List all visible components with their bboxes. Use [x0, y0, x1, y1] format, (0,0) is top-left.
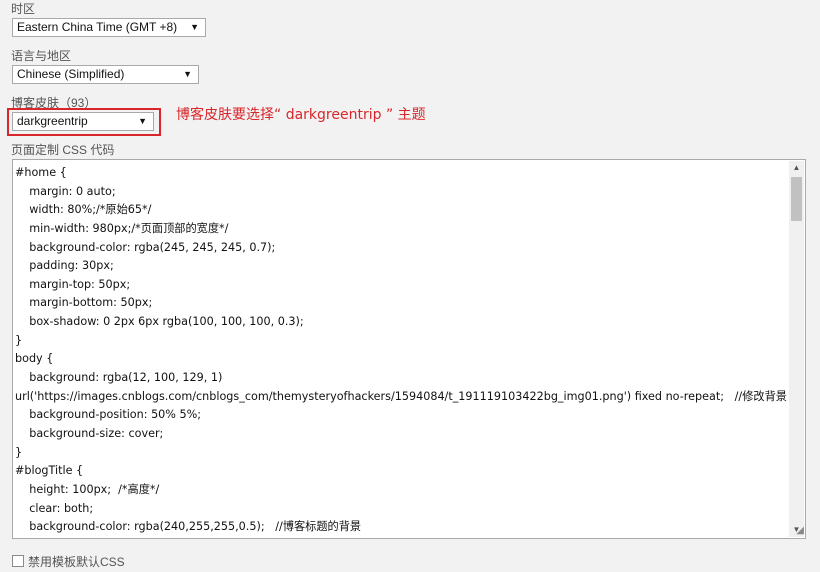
- language-select[interactable]: Chinese (Simplified) ▼: [12, 65, 199, 84]
- timezone-select[interactable]: Eastern China Time (GMT +8) ▼: [12, 18, 206, 37]
- code-line: background-position: 50% 5%;: [15, 408, 202, 422]
- skin-annotation: 博客皮肤要选择“ darkgreentrip ” 主题: [176, 107, 426, 123]
- css-editor[interactable]: #home { margin: 0 auto; width: 80%;/*原始6…: [12, 159, 806, 539]
- code-line: body {: [15, 352, 54, 366]
- dropdown-arrow-icon: ▼: [138, 116, 147, 126]
- language-label: 语言与地区: [11, 49, 72, 63]
- scroll-up-icon[interactable]: ▲: [789, 161, 804, 175]
- code-line: margin-bottom: 50px;: [15, 296, 153, 310]
- disable-default-css-row[interactable]: 禁用模板默认CSS: [12, 554, 125, 569]
- resize-grip-icon[interactable]: ◢: [792, 525, 804, 537]
- dropdown-arrow-icon: ▼: [190, 22, 199, 32]
- code-line: clear: both;: [15, 501, 94, 515]
- code-line: background: rgba(12, 100, 129, 1): [15, 371, 223, 385]
- code-line: height: 100px; /*高度*/: [15, 482, 160, 496]
- scroll-thumb[interactable]: [791, 177, 802, 221]
- code-line: url('https://images.cnblogs.com/cnblogs_…: [15, 389, 787, 403]
- code-line: margin: 0 auto;: [15, 184, 116, 198]
- disable-default-css-label: 禁用模板默认CSS: [28, 554, 125, 569]
- code-line: background-color: rgba(245, 245, 245, 0.…: [15, 240, 276, 254]
- disable-default-css-checkbox[interactable]: [12, 555, 24, 567]
- css-code-content[interactable]: #home { margin: 0 auto; width: 80%;/*原始6…: [15, 164, 787, 536]
- code-line: width: 80%;/*原始65*/: [15, 203, 152, 217]
- editor-scrollbar[interactable]: ▲ ▼: [789, 161, 804, 537]
- code-line: #home {: [15, 166, 67, 179]
- language-selected-value: Chinese (Simplified): [17, 67, 125, 81]
- timezone-selected-value: Eastern China Time (GMT +8): [17, 20, 178, 34]
- skin-select[interactable]: darkgreentrip ▼: [12, 112, 154, 131]
- settings-page: 时区 Eastern China Time (GMT +8) ▼ 语言与地区 C…: [0, 0, 820, 572]
- code-line: background-size: cover;: [15, 426, 164, 440]
- dropdown-arrow-icon: ▼: [183, 69, 192, 79]
- code-line: }: [15, 333, 23, 347]
- css-editor-label: 页面定制 CSS 代码: [11, 143, 115, 157]
- code-line: padding: 30px;: [15, 259, 114, 273]
- code-line: box-shadow: 0 2px 6px rgba(100, 100, 100…: [15, 315, 304, 329]
- code-line: background-color: rgba(240,255,255,0.5);…: [15, 520, 362, 534]
- skin-selected-value: darkgreentrip: [17, 114, 88, 128]
- code-line: #blogTitle {: [15, 464, 84, 478]
- code-line: }: [15, 445, 23, 459]
- code-line: margin-top: 50px;: [15, 277, 131, 291]
- timezone-label: 时区: [11, 2, 36, 16]
- code-line: min-width: 980px;/*页面顶部的宽度*/: [15, 221, 229, 235]
